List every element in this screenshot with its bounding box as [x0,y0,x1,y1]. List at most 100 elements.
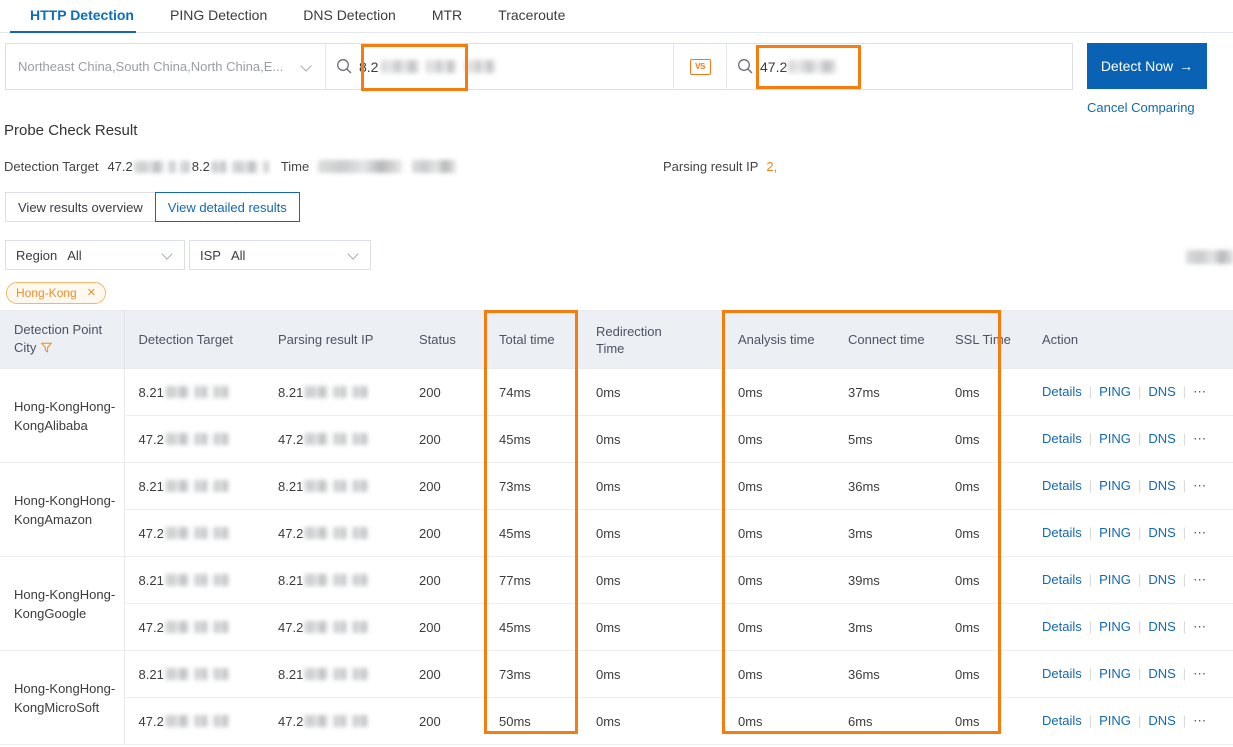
tab-traceroute[interactable]: Traceroute [480,0,583,32]
more-actions-icon[interactable]: ⋯ [1193,713,1207,728]
details-link[interactable]: Details [1042,572,1082,587]
more-actions-icon[interactable]: ⋯ [1193,431,1207,446]
status-cell: 200 [405,463,485,510]
details-link[interactable]: Details [1042,525,1082,540]
ping-link[interactable]: PING [1099,525,1131,540]
filter-tag-hong-kong[interactable]: Hong-Kong ✕ [6,282,106,304]
dns-link[interactable]: DNS [1148,525,1175,540]
column-header-label: Detection Point City [14,322,102,355]
parsing-result-ip-redacted [304,621,328,633]
detection-target-redacted-2 [194,621,208,633]
details-link[interactable]: Details [1042,666,1082,681]
parsing-result-ip-redacted [304,433,328,445]
cancel-comparing-link[interactable]: Cancel Comparing [1087,100,1227,115]
dns-link[interactable]: DNS [1148,666,1175,681]
ping-link[interactable]: PING [1099,619,1131,634]
action-cell: Details|PING|DNS|⋯ [1028,463,1233,510]
detection-target-redacted [165,574,189,586]
tab-ping-detection[interactable]: PING Detection [152,0,285,32]
action-separator: | [1183,619,1186,634]
details-link[interactable]: Details [1042,713,1082,728]
more-actions-icon[interactable]: ⋯ [1193,572,1207,587]
connect-time-cell: 3ms [834,604,941,651]
dns-link[interactable]: DNS [1148,384,1175,399]
tab-http-detection[interactable]: HTTP Detection [12,0,152,32]
tab-bar: HTTP DetectionPING DetectionDNS Detectio… [0,0,1233,33]
ping-link[interactable]: PING [1099,713,1131,728]
parsing-result-ip-prefix: 8.21 [278,479,303,494]
dns-link[interactable]: DNS [1148,431,1175,446]
action-separator: | [1183,431,1186,446]
target-a-search-cell[interactable]: 8.2 [326,44,674,89]
parsing-result-ip-redacted-3 [352,480,368,492]
details-link[interactable]: Details [1042,384,1082,399]
dns-link[interactable]: DNS [1148,478,1175,493]
target-b-search-cell[interactable]: 47.2 [727,44,1070,89]
action-cell: Details|PING|DNS|⋯ [1028,510,1233,557]
detection-target-redacted-3 [213,386,229,398]
status-cell: 200 [405,369,485,416]
detection-target-prefix: 8.21 [139,667,164,682]
action-separator: | [1089,713,1092,728]
dns-link[interactable]: DNS [1148,619,1175,634]
detection-target-b-redacted-2 [232,161,258,173]
segment-view-detailed-results[interactable]: View detailed results [155,192,300,222]
isp-filter-select[interactable]: ISP All [189,240,371,270]
ping-link[interactable]: PING [1099,478,1131,493]
status-cell: 200 [405,416,485,463]
detect-now-button[interactable]: Detect Now → [1087,43,1207,89]
parsing-result-ip-redacted-2 [333,386,347,398]
action-cell: Details|PING|DNS|⋯ [1028,651,1233,698]
more-actions-icon[interactable]: ⋯ [1193,384,1207,399]
more-actions-icon[interactable]: ⋯ [1193,666,1207,681]
connect-time-cell: 36ms [834,651,941,698]
more-actions-icon[interactable]: ⋯ [1193,619,1207,634]
isp-filter-label: ISP [200,248,221,263]
details-link[interactable]: Details [1042,619,1082,634]
parsing-result-ip-count[interactable]: 2, [766,159,777,174]
total-time-cell: 45ms [485,416,582,463]
ping-link[interactable]: PING [1099,384,1131,399]
region-multiselect[interactable]: Northeast China,South China,North China,… [6,44,326,89]
parsing-result-ip-cell: 47.2 [264,698,405,745]
parsing-result-ip-redacted [304,715,328,727]
filter-funnel-icon[interactable] [41,340,52,358]
details-link[interactable]: Details [1042,478,1082,493]
column-header-ssl-time: SSL Time [941,311,1028,369]
connect-time-cell: 5ms [834,416,941,463]
region-multiselect-value: Northeast China,South China,North China,… [18,59,295,74]
close-icon[interactable]: ✕ [87,288,96,299]
column-header-parsing-result-ip: Parsing result IP [264,311,405,369]
parsing-result-ip-prefix: 47.2 [278,526,303,541]
chevron-down-icon-isp [348,249,360,261]
ping-link[interactable]: PING [1099,431,1131,446]
ssl-time-cell: 0ms [941,557,1028,604]
parsing-result-ip-redacted-3 [352,621,368,633]
more-actions-icon[interactable]: ⋯ [1193,525,1207,540]
search-icon [336,58,353,75]
vs-badge-icon[interactable]: VS [690,59,711,75]
action-separator: | [1138,431,1141,446]
details-link[interactable]: Details [1042,431,1082,446]
results-table-container[interactable]: Detection Point CityDetection TargetPars… [0,310,1233,747]
segment-view-results-overview[interactable]: View results overview [5,192,156,222]
redirection-time-cell: 0ms [582,416,724,463]
tab-dns-detection[interactable]: DNS Detection [285,0,414,32]
ping-link[interactable]: PING [1099,572,1131,587]
action-separator: | [1138,713,1141,728]
target-a-redacted [381,60,419,73]
dns-link[interactable]: DNS [1148,572,1175,587]
table-row: Hong-KongHong-KongGoogle8.218.2120077ms0… [0,557,1233,604]
tab-mtr[interactable]: MTR [414,0,480,32]
region-filter-select[interactable]: Region All [5,240,185,270]
connect-time-cell: 37ms [834,369,941,416]
total-time-cell: 45ms [485,604,582,651]
ping-link[interactable]: PING [1099,666,1131,681]
dns-link[interactable]: DNS [1148,713,1175,728]
action-separator: | [1138,525,1141,540]
detect-now-label: Detect Now [1101,58,1173,74]
detection-target-redacted [165,527,189,539]
column-header-detection-point-city[interactable]: Detection Point City [0,311,124,369]
more-actions-icon[interactable]: ⋯ [1193,478,1207,493]
action-cell: Details|PING|DNS|⋯ [1028,557,1233,604]
